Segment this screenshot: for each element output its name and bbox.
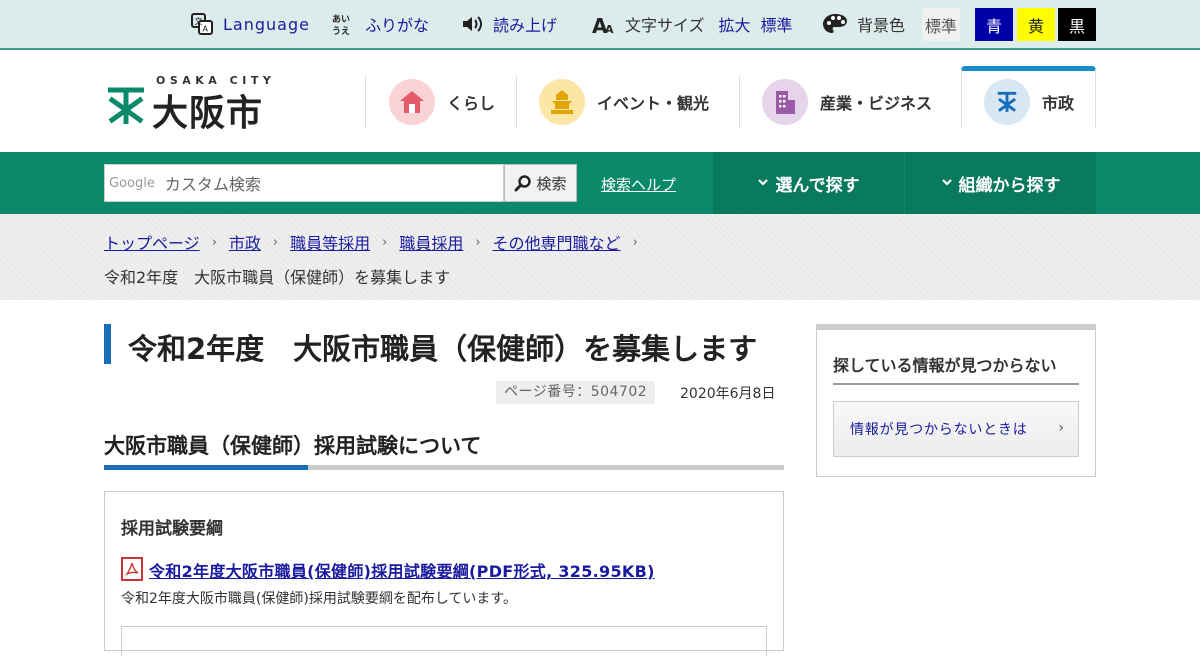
section-underline-accent [104,465,308,470]
sidebar-divider [833,383,1079,385]
not-found-help-label: 情報が見つからないときは [850,422,1028,438]
nav-item-label: イベント・観光 [597,94,710,113]
pdf-description: 令和2年度大阪市職員(保健師)採用試験要綱を配布しています。 [121,591,518,607]
speaker-icon [460,12,484,36]
org-menu-label: 組織から探す [958,175,1061,196]
bg-standard-button[interactable]: 標準 [922,8,960,41]
breadcrumb-links: トップページ › 市政 › 職員等採用 › 職員採用 › その他専門職など › [104,230,650,254]
nav-item-label: くらし [447,94,496,113]
chevron-right-icon: › [475,234,481,250]
chevron-right-icon: › [272,234,279,250]
chevron-down-icon [757,178,769,188]
pdf-download-link[interactable]: 令和2年度大阪市職員(保健師)採用試験要綱(PDF形式, 325.95KB) [149,558,655,582]
org-menu-button[interactable]: 組織から探す [905,152,1096,214]
castle-icon [539,79,585,125]
search-button-label: 検索 [536,174,567,193]
furigana-button[interactable]: あい うえ ふりがな [332,0,429,48]
browse-menu-button[interactable]: 選んで探す [713,152,904,214]
chevron-right-icon: › [632,234,638,250]
search-bar: Google カスタム検索 検索 検索ヘルプ 選んで探す 組織から探す [0,152,1200,214]
palette-icon [822,12,848,36]
box-heading: 採用試験要綱 [121,519,223,539]
sidebar-help-box: 探している情報が見つからない 情報が見つからないときは › [816,324,1096,477]
bg-yellow-button[interactable]: 黄 [1017,8,1055,41]
bg-blue-button[interactable]: 青 [975,8,1013,41]
furigana-label: ふりがな [365,16,430,35]
read-aloud-label: 読み上げ [493,16,558,35]
sidebar-heading: 探している情報が見つからない [833,356,1057,375]
svg-text:うえ: うえ [332,26,350,36]
nav-item-label: 産業・ビジネス [820,94,933,113]
breadcrumb-link-specialists[interactable]: その他専門職など [493,230,621,254]
search-placeholder: カスタム検索 [164,175,261,194]
svg-text:あい: あい [332,14,350,25]
search-icon [514,174,532,192]
translate-icon: 文A [190,12,214,36]
svg-text:A: A [203,25,209,34]
nav-item-label: 市政 [1042,94,1075,113]
nav-item-shisei[interactable]: 市政 [984,76,1074,128]
search-help-link[interactable]: 検索ヘルプ [601,174,676,195]
text-size-label: 文字サイズ [625,16,705,35]
nav-item-kurashi[interactable]: くらし [389,76,495,128]
svg-text:A: A [605,23,614,36]
bg-black-button[interactable]: 黒 [1058,8,1096,41]
browse-menu-label: 選んで探す [775,175,860,196]
page-title-block: 令和2年度 大阪市職員（保健師）を募集します [104,324,784,366]
nav-item-events[interactable]: イベント・観光 [539,76,709,128]
text-size-group: AA 文字サイズ 拡大 標準 [592,0,793,48]
chevron-right-icon: › [211,234,217,250]
pdf-icon [121,557,143,581]
page-title: 令和2年度 大阪市職員（保健師）を募集します [128,332,758,366]
read-aloud-button[interactable]: 読み上げ [460,0,557,48]
title-accent-bar [104,324,111,364]
search-button[interactable]: 検索 [504,164,577,202]
breadcrumb-link-employee-hiring[interactable]: 職員採用 [399,230,463,254]
house-icon [389,79,435,125]
city-mark-icon [984,79,1030,125]
breadcrumb-link-shisei[interactable]: 市政 [229,230,261,254]
nav-item-business[interactable]: 産業・ビジネス [762,76,932,128]
utility-bar: 文A Language あい うえ ふりがな 読み上げ AA 文字サイズ 拡大 標… [0,0,1200,50]
site-logo[interactable]: OSAKA CITY 大阪市 [107,74,288,134]
page-date: 2020年6月8日 [680,386,776,402]
background-color-group: 背景色 [822,0,905,48]
search-input[interactable]: Google カスタム検索 [104,164,504,202]
svg-text:文: 文 [195,16,203,26]
not-found-help-button[interactable]: 情報が見つからないときは › [833,401,1079,457]
chevron-right-icon: › [1058,420,1064,436]
breadcrumb: トップページ › 市政 › 職員等採用 › 職員採用 › その他専門職など › … [0,214,1200,300]
breadcrumb-current: 令和2年度 大阪市職員（保健師）を募集します [104,268,451,287]
breadcrumb-link-staff-hiring[interactable]: 職員等採用 [290,230,370,254]
text-size-icon: AA [592,12,616,36]
page-number: ページ番号：504702 [496,381,656,404]
inner-box [121,626,767,656]
site-header: OSAKA CITY 大阪市 くらし イベント・観光 産業・ビジネス 市政 [0,50,1200,152]
furigana-icon: あい うえ [332,12,356,36]
background-label: 背景色 [857,16,906,35]
text-size-enlarge-button[interactable]: 拡大 [719,12,751,36]
google-brand: Google [109,175,155,191]
language-label: Language [223,14,310,34]
chevron-down-icon [941,178,953,188]
nav-divider [365,76,366,128]
city-mark-icon [107,86,145,128]
nav-divider [516,76,517,128]
chevron-right-icon: › [382,234,388,250]
logo-text: 大阪市 [152,93,264,134]
exam-guidelines-box: 採用試験要綱 令和2年度大阪市職員(保健師)採用試験要綱(PDF形式, 325.… [104,491,784,656]
section-heading: 大阪市職員（保健師）採用試験について [104,434,482,458]
text-size-standard-button[interactable]: 標準 [761,12,793,36]
building-icon [762,79,808,125]
language-button[interactable]: 文A Language [190,0,310,48]
nav-divider [739,76,740,128]
breadcrumb-link-top[interactable]: トップページ [104,230,200,254]
